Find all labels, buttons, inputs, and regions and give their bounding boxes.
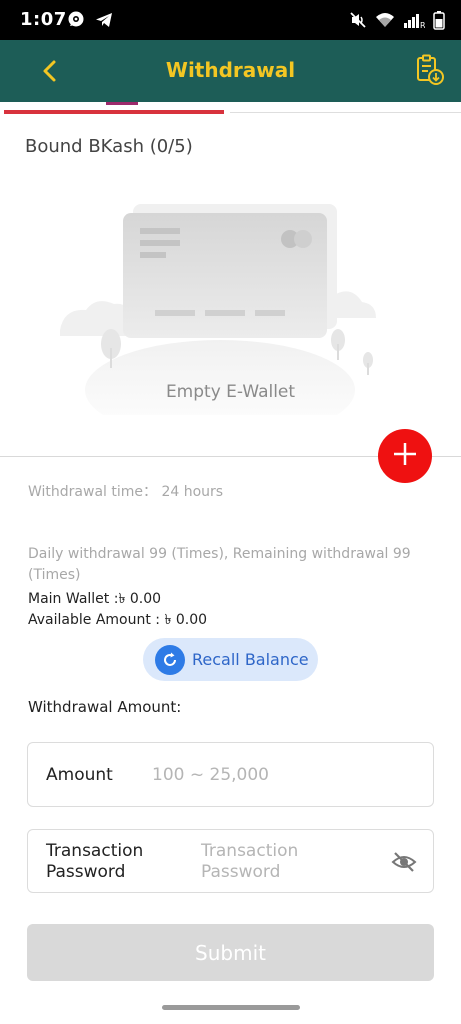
withdrawal-amount-heading: Withdrawal Amount: bbox=[28, 698, 182, 716]
page-title: Withdrawal bbox=[165, 58, 296, 82]
withdrawal-time-text: Withdrawal time： 24 hours bbox=[28, 484, 224, 500]
telegram-icon bbox=[94, 10, 114, 30]
amount-label: Amount bbox=[46, 765, 113, 785]
empty-wallet-label: Empty E-Wallet bbox=[165, 382, 296, 402]
plus-icon bbox=[391, 440, 419, 473]
add-wallet-button[interactable] bbox=[378, 429, 432, 483]
transaction-password-field: Transaction Password Transaction Passwor… bbox=[27, 829, 434, 893]
tab-indicator bbox=[106, 102, 138, 105]
status-left-icons bbox=[66, 10, 114, 30]
app-header: Withdrawal bbox=[0, 40, 461, 102]
recall-balance-button[interactable]: Recall Balance bbox=[143, 638, 318, 681]
chat-icon bbox=[66, 10, 86, 30]
tab-underline-inactive[interactable] bbox=[230, 112, 461, 113]
battery-icon bbox=[433, 10, 445, 30]
available-amount: Available Amount : ৳ 0.00 bbox=[28, 612, 208, 628]
status-right-icons: R bbox=[349, 10, 445, 30]
tab-strip bbox=[0, 102, 461, 116]
tab-underline-active[interactable] bbox=[4, 110, 224, 114]
refresh-icon bbox=[155, 644, 185, 675]
status-time: 1:07 bbox=[20, 9, 67, 30]
home-indicator[interactable] bbox=[162, 1005, 300, 1010]
wifi-icon bbox=[375, 11, 395, 29]
submit-button[interactable]: Submit bbox=[27, 924, 434, 981]
signal-icon: R bbox=[403, 11, 425, 29]
recall-balance-label: Recall Balance bbox=[192, 650, 309, 669]
bound-wallet-title: Bound BKash (0/5) bbox=[25, 136, 193, 157]
daily-limit-text: Daily withdrawal 99 (Times), Remaining w… bbox=[28, 546, 411, 583]
eye-off-icon[interactable] bbox=[391, 850, 417, 874]
clipboard-download-icon[interactable] bbox=[415, 54, 445, 86]
amount-input[interactable] bbox=[152, 763, 412, 787]
transaction-password-label: Transaction Password bbox=[46, 841, 144, 882]
transaction-password-input[interactable]: Transaction Password bbox=[201, 841, 341, 883]
signal-label: R bbox=[420, 21, 425, 29]
mute-icon bbox=[349, 11, 367, 29]
amount-field: Amount bbox=[27, 742, 434, 807]
status-bar: 1:07 R bbox=[0, 0, 461, 40]
